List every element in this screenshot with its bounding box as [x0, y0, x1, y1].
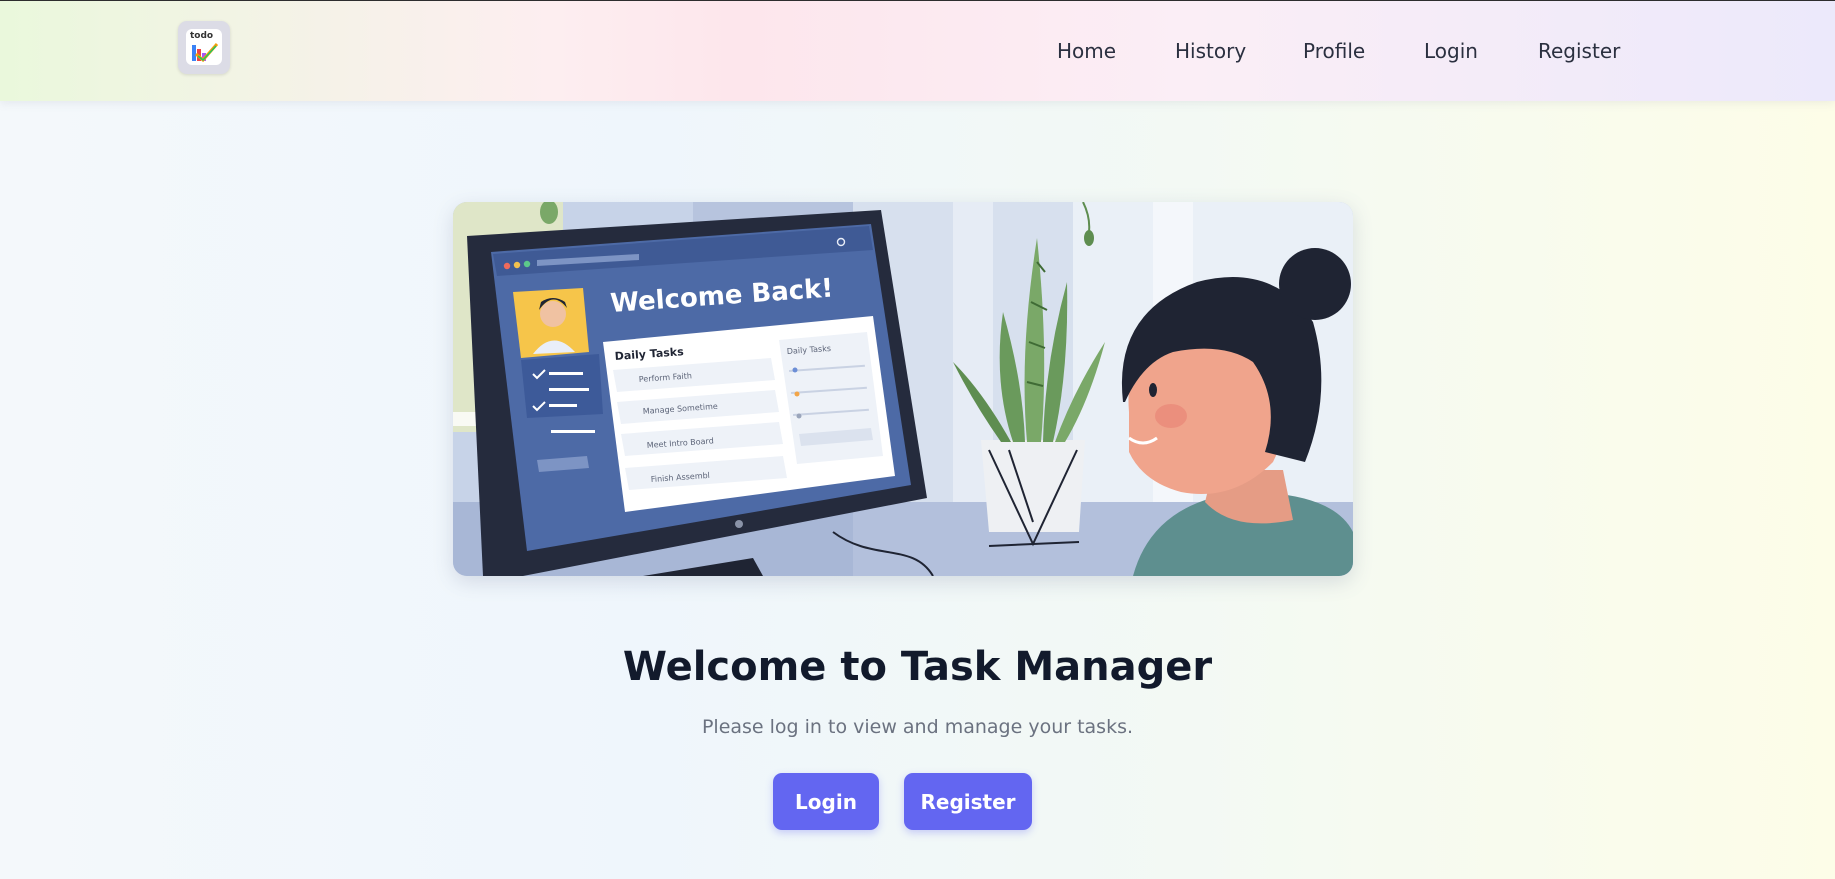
- nav-history[interactable]: History: [1175, 39, 1246, 63]
- navbar: todo Home History Profile Login Register: [0, 1, 1835, 101]
- hero-illustration-art: Welcome Back! Daily Tasks Perform Faith …: [453, 202, 1353, 576]
- login-button[interactable]: Login: [773, 773, 879, 830]
- nav-home[interactable]: Home: [1057, 39, 1116, 63]
- page-title: Welcome to Task Manager: [622, 644, 1213, 690]
- nav-login[interactable]: Login: [1424, 39, 1478, 63]
- page-subtitle: Please log in to view and manage your ta…: [701, 716, 1134, 738]
- register-button[interactable]: Register: [904, 773, 1032, 830]
- logo-text: todo: [190, 31, 214, 41]
- todo-logo-icon: todo: [186, 29, 222, 65]
- nav-register[interactable]: Register: [1538, 39, 1620, 63]
- app-logo[interactable]: todo: [178, 21, 230, 74]
- nav-profile[interactable]: Profile: [1303, 39, 1365, 63]
- hero-illustration: Welcome Back! Daily Tasks Perform Faith …: [453, 202, 1353, 576]
